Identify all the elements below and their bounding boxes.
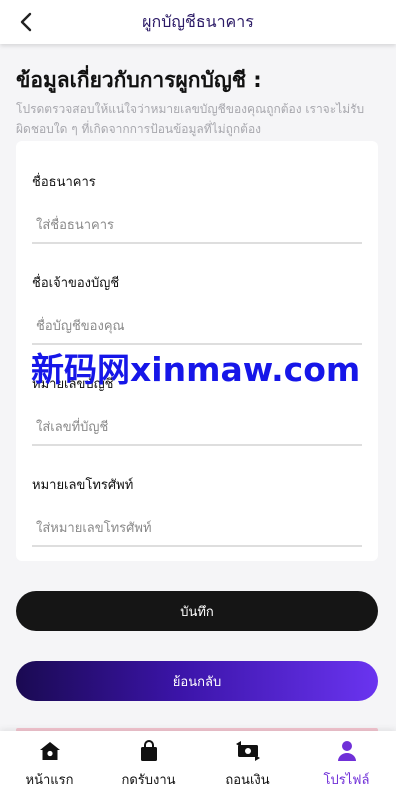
phone-field-group: หมายเลขโทรศัพท์	[32, 474, 362, 547]
page-title: ผูกบัญชีธนาคาร	[142, 11, 254, 31]
nav-label-withdraw: ถอนเงิน	[225, 773, 270, 788]
chevron-left-icon	[20, 12, 32, 32]
bank-name-label: ชื่อธนาคาร	[32, 175, 96, 190]
account-number-input[interactable]	[32, 410, 362, 446]
account-owner-field-group: ชื่อเจ้าของบัญชี	[32, 272, 362, 345]
nav-item-profile[interactable]: โปรไฟล์	[297, 731, 396, 793]
nav-label-profile: โปรไฟล์	[323, 773, 370, 788]
account-number-field-group: หมายเลขบัญชี	[32, 373, 362, 446]
account-owner-label: ชื่อเจ้าของบัญชี	[32, 276, 120, 291]
money-exchange-icon	[235, 739, 261, 763]
phone-input[interactable]	[32, 511, 362, 547]
save-button[interactable]: บันทึก	[16, 591, 378, 631]
disclaimer-note: โปรดตรวจสอบให้แน่ใจว่าหมายเลขบัญชีของคุณ…	[16, 102, 365, 136]
back-button[interactable]	[10, 6, 42, 38]
section-title: ข้อมูลเกี่ยวกับการผูกบัญชี :	[16, 68, 262, 92]
bank-name-input[interactable]	[32, 208, 362, 244]
bag-icon	[136, 739, 162, 763]
account-owner-input[interactable]	[32, 309, 362, 345]
nav-item-withdraw[interactable]: ถอนเงิน	[198, 731, 297, 793]
nav-item-home[interactable]: หน้าแรก	[0, 731, 99, 793]
nav-label-tasks: กดรับงาน	[121, 773, 176, 788]
app-header: ผูกบัญชีธนาคาร	[0, 0, 396, 44]
go-back-button[interactable]: ย้อนกลับ	[16, 661, 378, 701]
bank-form-card: ชื่อธนาคาร ชื่อเจ้าของบัญชี หมายเลขบัญชี…	[16, 141, 378, 561]
bottom-nav: หน้าแรก กดรับงาน ถอนเงิน โปรไฟล์	[0, 731, 396, 793]
account-number-label: หมายเลขบัญชี	[32, 377, 114, 392]
home-icon	[37, 739, 63, 763]
bank-name-field-group: ชื่อธนาคาร	[32, 171, 362, 244]
phone-label: หมายเลขโทรศัพท์	[32, 478, 134, 493]
nav-label-home: หน้าแรก	[25, 773, 74, 788]
user-icon	[334, 739, 360, 763]
nav-item-tasks[interactable]: กดรับงาน	[99, 731, 198, 793]
